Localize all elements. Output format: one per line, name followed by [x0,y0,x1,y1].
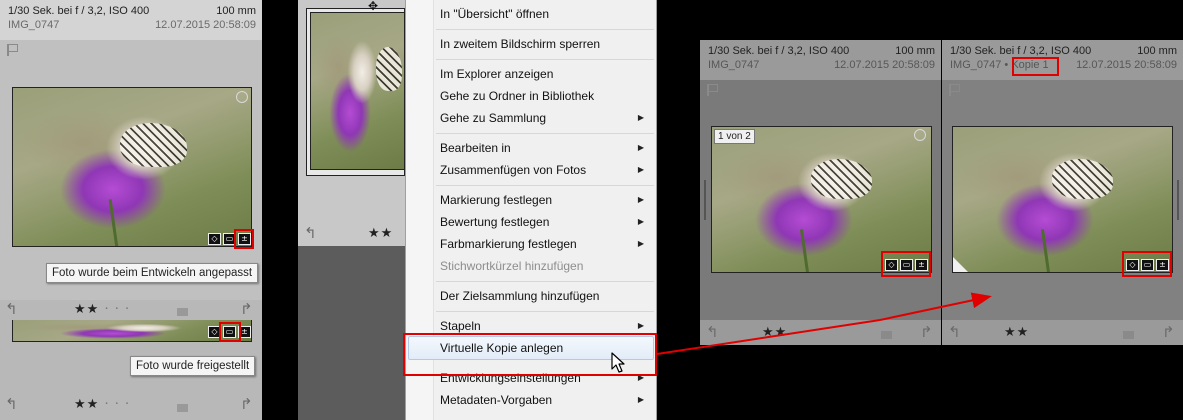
annotation-arrow-to-grid [656,319,881,355]
annotation-arrows [656,292,992,355]
annotation-arrow-to-copy [879,292,992,321]
